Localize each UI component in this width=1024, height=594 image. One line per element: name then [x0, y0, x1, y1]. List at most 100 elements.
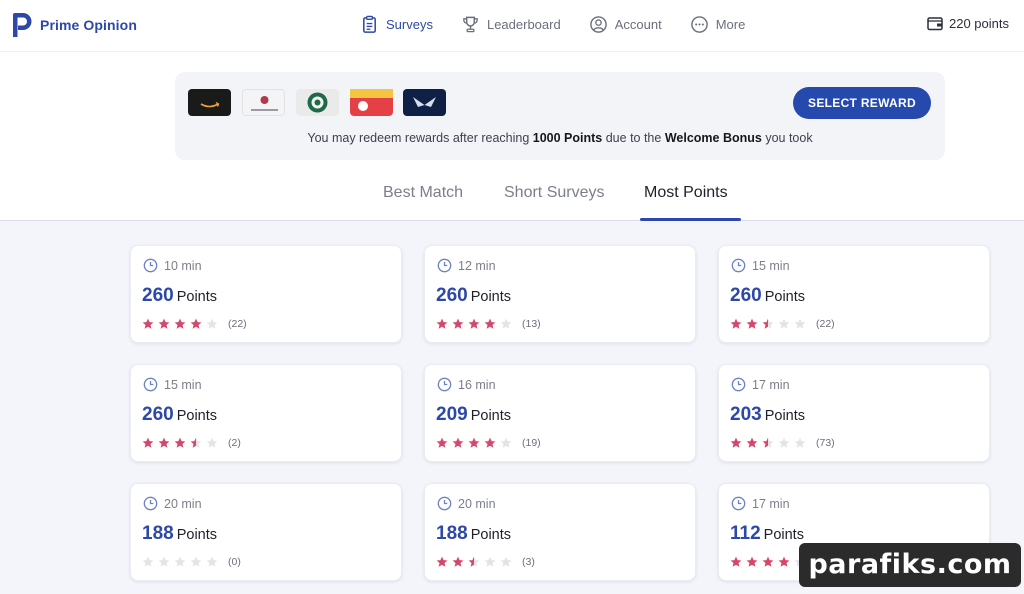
- survey-rating-count: (22): [228, 318, 247, 330]
- tab-short-surveys[interactable]: Short Surveys: [504, 184, 604, 202]
- star-icon: [746, 556, 758, 567]
- survey-rating-count: (13): [522, 318, 541, 330]
- survey-points-unit: Points: [470, 408, 512, 424]
- survey-rating-count: (0): [228, 556, 241, 568]
- brand-name: Prime Opinion: [40, 17, 137, 33]
- clock-icon: [143, 258, 158, 273]
- redeem-note: You may redeem rewards after reaching 10…: [175, 131, 945, 145]
- starbucks-gift-card-icon[interactable]: [296, 89, 339, 116]
- survey-points: 260 Points: [142, 404, 217, 426]
- survey-duration: 10 min: [143, 258, 202, 273]
- survey-points: 203 Points: [730, 404, 805, 426]
- nav-leaderboard[interactable]: Leaderboard: [461, 15, 561, 34]
- mcdonalds-gift-card-icon[interactable]: [350, 89, 393, 116]
- survey-points: 209 Points: [436, 404, 511, 426]
- wallet-icon: [927, 17, 943, 31]
- survey-rating-count: (73): [816, 437, 835, 449]
- clock-icon: [143, 496, 158, 511]
- survey-duration-text: 20 min: [164, 496, 202, 511]
- clock-icon: [437, 377, 452, 392]
- survey-card[interactable]: 10 min 260 Points (22): [130, 245, 402, 343]
- watermark: parafiks.com: [799, 543, 1021, 587]
- survey-duration: 17 min: [731, 377, 790, 392]
- star-icon: [500, 556, 512, 567]
- survey-points-value: 112: [730, 523, 761, 544]
- redeem-note-prefix: You may redeem rewards after reaching: [307, 131, 530, 145]
- survey-card[interactable]: 15 min 260 Points (22): [718, 245, 990, 343]
- star-icon: [730, 437, 742, 448]
- survey-points: 260 Points: [436, 285, 511, 307]
- apple-gift-card-icon[interactable]: [242, 89, 285, 116]
- survey-points-unit: Points: [764, 289, 806, 305]
- survey-duration-text: 12 min: [458, 258, 496, 273]
- survey-points-unit: Points: [470, 289, 512, 305]
- nav-leaderboard-label: Leaderboard: [486, 17, 561, 32]
- star-icon: [436, 556, 448, 567]
- survey-rating: (19): [436, 437, 541, 449]
- survey-points-unit: Points: [176, 289, 218, 305]
- brand-logo[interactable]: Prime Opinion: [10, 11, 137, 39]
- survey-points: 260 Points: [730, 285, 805, 307]
- survey-tabs: Best Match Short Surveys Most Points: [0, 180, 1024, 221]
- survey-points: 112 Points: [730, 523, 804, 545]
- nav-surveys[interactable]: Surveys: [360, 15, 433, 34]
- clock-icon: [143, 377, 158, 392]
- survey-points-value: 203: [730, 404, 762, 425]
- nav-more-label: More: [715, 17, 746, 32]
- survey-duration: 15 min: [731, 258, 790, 273]
- survey-rating-count: (19): [522, 437, 541, 449]
- survey-duration: 20 min: [143, 496, 202, 511]
- star-icon: [452, 437, 464, 448]
- star-icon: [762, 437, 774, 448]
- survey-rating: (3): [436, 556, 535, 568]
- survey-card[interactable]: 20 min 188 Points (3): [424, 483, 696, 581]
- star-icon: [778, 318, 790, 329]
- star-icon: [500, 318, 512, 329]
- survey-duration-text: 15 min: [164, 377, 202, 392]
- survey-duration: 12 min: [437, 258, 496, 273]
- survey-points-value: 188: [142, 523, 174, 544]
- tab-best-match[interactable]: Best Match: [383, 184, 463, 202]
- user-circle-icon: [589, 16, 607, 33]
- nav-more[interactable]: More: [690, 15, 746, 34]
- star-icon: [730, 556, 742, 567]
- survey-rating-count: (3): [522, 556, 535, 568]
- survey-duration-text: 17 min: [752, 496, 790, 511]
- survey-points-value: 260: [436, 285, 468, 306]
- select-reward-button[interactable]: SELECT REWARD: [793, 87, 931, 119]
- survey-points: 260 Points: [142, 285, 217, 307]
- survey-card[interactable]: 17 min 203 Points (73): [718, 364, 990, 462]
- nav-surveys-label: Surveys: [386, 17, 433, 32]
- survey-rating: (22): [730, 318, 835, 330]
- survey-card[interactable]: 16 min 209 Points (19): [424, 364, 696, 462]
- survey-card[interactable]: 20 min 188 Points (0): [130, 483, 402, 581]
- main-nav: Surveys Leaderboard Account More: [360, 15, 745, 34]
- survey-rating: (13): [436, 318, 541, 330]
- star-icon: [452, 556, 464, 567]
- survey-duration: 20 min: [437, 496, 496, 511]
- survey-duration: 15 min: [143, 377, 202, 392]
- survey-rating-count: (22): [816, 318, 835, 330]
- points-balance[interactable]: 220 points: [927, 16, 1009, 31]
- survey-card[interactable]: 15 min 260 Points (2): [130, 364, 402, 462]
- clock-icon: [731, 496, 746, 511]
- eagle-gift-card-icon[interactable]: [403, 89, 446, 116]
- star-icon: [158, 437, 170, 448]
- clock-icon: [731, 258, 746, 273]
- tab-most-points[interactable]: Most Points: [644, 184, 728, 202]
- star-icon: [190, 318, 202, 329]
- more-dots-icon: [690, 16, 708, 33]
- nav-account[interactable]: Account: [589, 15, 662, 34]
- star-icon: [174, 318, 186, 329]
- star-icon: [158, 556, 170, 567]
- amazon-gift-card-icon[interactable]: [188, 89, 231, 116]
- star-icon: [794, 437, 806, 448]
- star-icon: [142, 318, 154, 329]
- survey-rating: (22): [142, 318, 247, 330]
- star-icon: [730, 318, 742, 329]
- star-icon: [206, 556, 218, 567]
- survey-card[interactable]: 12 min 260 Points (13): [424, 245, 696, 343]
- clipboard-icon: [363, 15, 376, 33]
- star-icon: [174, 556, 186, 567]
- survey-points-value: 260: [142, 404, 174, 425]
